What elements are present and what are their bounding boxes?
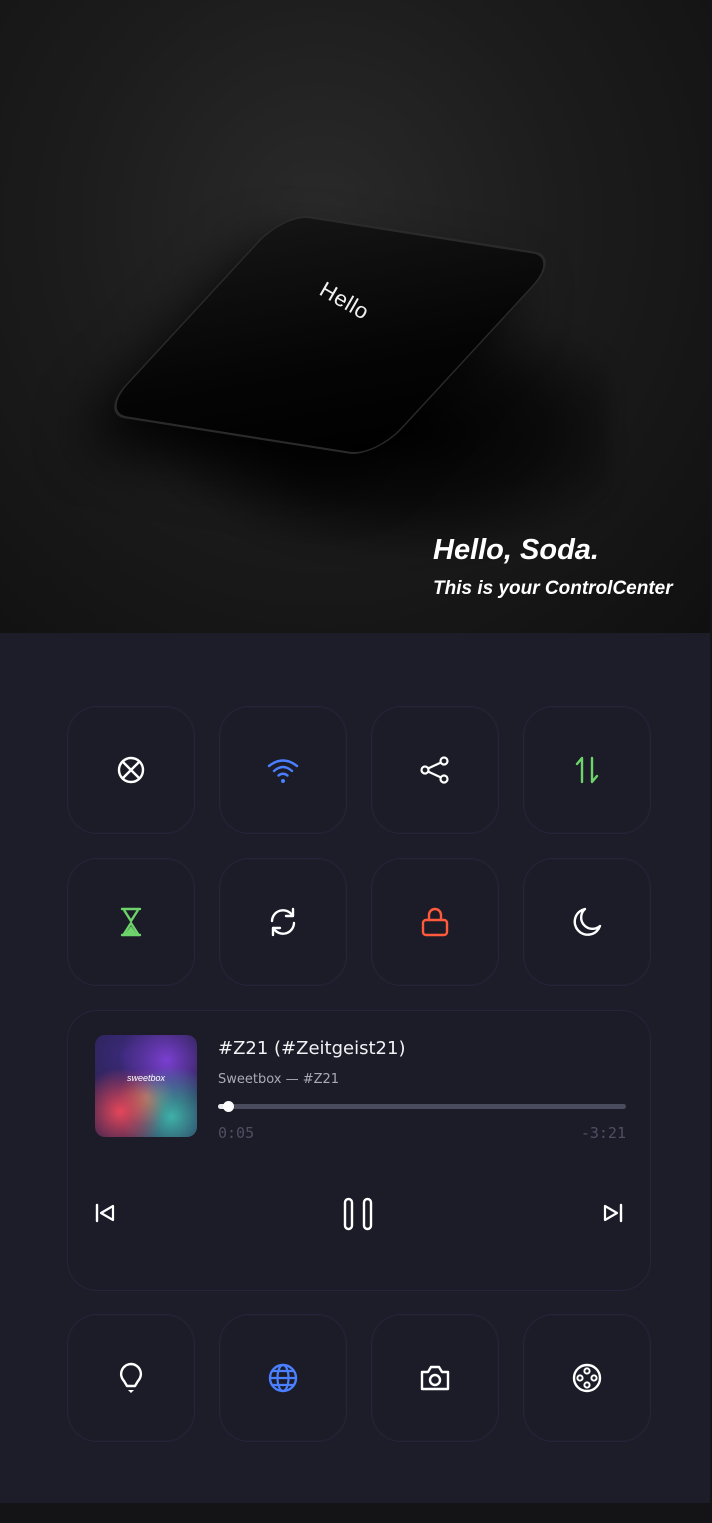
next-track-button[interactable]	[600, 1200, 626, 1226]
wifi-icon	[267, 759, 299, 783]
wifi-toggle[interactable]	[219, 706, 347, 834]
time-remaining: -3:21	[580, 1124, 626, 1142]
moon-icon	[573, 907, 602, 936]
film-reel-icon	[572, 1363, 602, 1393]
airplane-mode-toggle[interactable]	[67, 706, 195, 834]
mobile-data-toggle[interactable]	[523, 706, 651, 834]
album-art[interactable]: sweetbox	[95, 1035, 197, 1137]
auto-rotate-toggle[interactable]	[219, 858, 347, 986]
album-art-logo: sweetbox	[126, 1073, 166, 1083]
browser-toggle[interactable]	[219, 1314, 347, 1442]
data-transfer-icon	[575, 756, 599, 784]
skip-previous-icon	[95, 1203, 115, 1223]
bottom-edge	[0, 1503, 712, 1523]
lightbulb-icon	[119, 1362, 143, 1393]
lock-icon	[421, 907, 449, 937]
share-toggle[interactable]	[371, 706, 499, 834]
previous-track-button[interactable]	[92, 1200, 118, 1226]
lock-toggle[interactable]	[371, 858, 499, 986]
greeting-title: Hello, Soda.	[433, 534, 599, 566]
globe-icon	[268, 1363, 298, 1393]
time-elapsed: 0:05	[218, 1124, 255, 1142]
hourglass-icon	[120, 907, 142, 937]
timer-toggle[interactable]	[67, 858, 195, 986]
track-artist: Sweetbox — #Z21	[218, 1072, 340, 1087]
airplane-mode-off-icon	[117, 756, 145, 784]
video-toggle[interactable]	[523, 1314, 651, 1442]
share-icon	[420, 756, 449, 784]
sync-icon	[270, 907, 296, 937]
progress-bar[interactable]	[218, 1101, 626, 1112]
track-title: #Z21 (#Zeitgeist21)	[218, 1038, 406, 1059]
camera-toggle[interactable]	[371, 1314, 499, 1442]
hero-banner: Hello Hello, Soda. This is your ControlC…	[0, 0, 710, 633]
dark-mode-toggle[interactable]	[523, 858, 651, 986]
flashlight-toggle[interactable]	[67, 1314, 195, 1442]
pause-icon	[343, 1197, 373, 1231]
skip-next-icon	[603, 1203, 623, 1223]
pause-button[interactable]	[339, 1195, 377, 1233]
camera-icon	[420, 1365, 450, 1391]
greeting-subtitle: This is your ControlCenter	[433, 578, 673, 599]
